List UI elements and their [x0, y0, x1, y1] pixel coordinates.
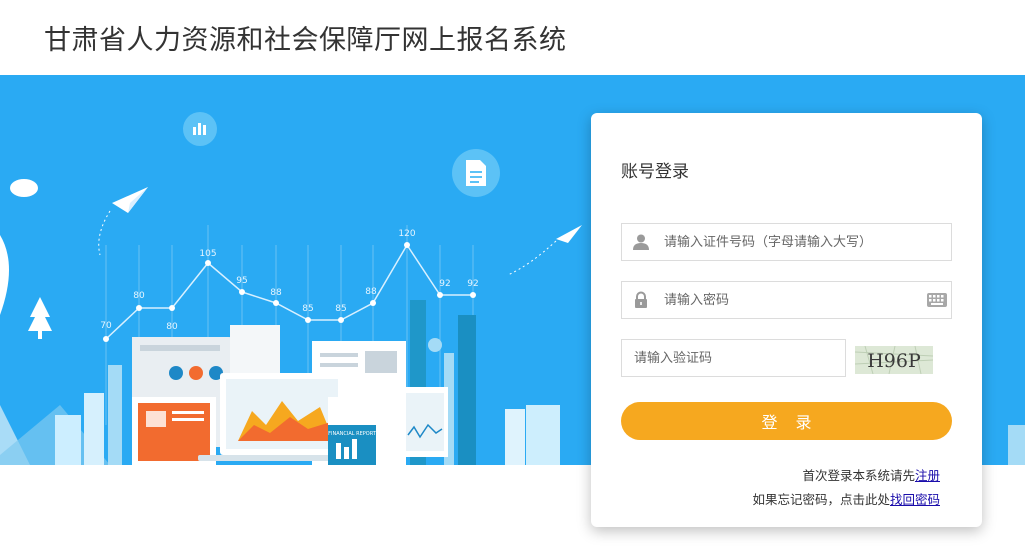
- document-icon: [452, 149, 500, 197]
- captcha-image[interactable]: H96P: [855, 346, 933, 374]
- value-label: 92: [439, 279, 450, 289]
- id-number-field: [621, 223, 952, 261]
- value-label: 85: [335, 304, 346, 314]
- monitor: [402, 387, 448, 457]
- value-label: 92: [467, 279, 478, 289]
- report-booklet: FINANCIAL REPORT: [328, 397, 377, 465]
- register-link[interactable]: 注册: [915, 468, 940, 483]
- paper-plane-icon-2: [507, 225, 582, 276]
- register-hint-text: 首次登录本系统请先: [802, 468, 915, 483]
- forgot-password-link[interactable]: 找回密码: [890, 492, 940, 507]
- header: 甘肃省人力资源和社会保障厅网上报名系统: [0, 0, 1025, 75]
- lock-icon: [635, 291, 647, 308]
- login-button[interactable]: 登录: [621, 402, 952, 440]
- tree-icon: [28, 297, 52, 339]
- captcha-field: [621, 339, 846, 377]
- value-label: 80: [166, 322, 178, 332]
- page-title: 甘肃省人力资源和社会保障厅网上报名系统: [44, 25, 567, 56]
- cloud-shape: [10, 179, 38, 197]
- orange-tablet: [132, 397, 216, 465]
- captcha-input[interactable]: [622, 340, 845, 376]
- id-number-input[interactable]: [622, 224, 951, 260]
- value-label: 80: [133, 291, 145, 301]
- forgot-hint-text: 如果忘记密码，点击此处: [752, 492, 890, 507]
- value-label: 120: [398, 229, 415, 239]
- left-circle-shape: [0, 235, 9, 315]
- forgot-hint: 如果忘记密码，点击此处找回密码: [752, 489, 940, 508]
- value-label: 85: [302, 304, 313, 314]
- value-label: 88: [270, 288, 282, 298]
- user-icon: [633, 234, 649, 250]
- value-label: 95: [236, 276, 247, 286]
- keyboard-icon[interactable]: [927, 293, 947, 307]
- password-input[interactable]: [622, 282, 951, 318]
- report-label: FINANCIAL REPORT: [328, 431, 377, 437]
- register-hint: 首次登录本系统请先注册: [802, 465, 940, 484]
- login-card: 账号登录 请输入证件号码（字母请输入大写） 请输入验证码 H96P 登录 首次登…: [591, 113, 982, 527]
- bar-chart-icon: [183, 112, 217, 146]
- paper-plane-icon: [98, 187, 148, 256]
- password-field: [621, 281, 952, 319]
- value-label: 88: [365, 287, 377, 297]
- value-label: 70: [100, 321, 112, 331]
- login-title: 账号登录: [621, 162, 689, 182]
- captcha-text: H96P: [867, 350, 921, 372]
- value-label: 105: [199, 249, 216, 259]
